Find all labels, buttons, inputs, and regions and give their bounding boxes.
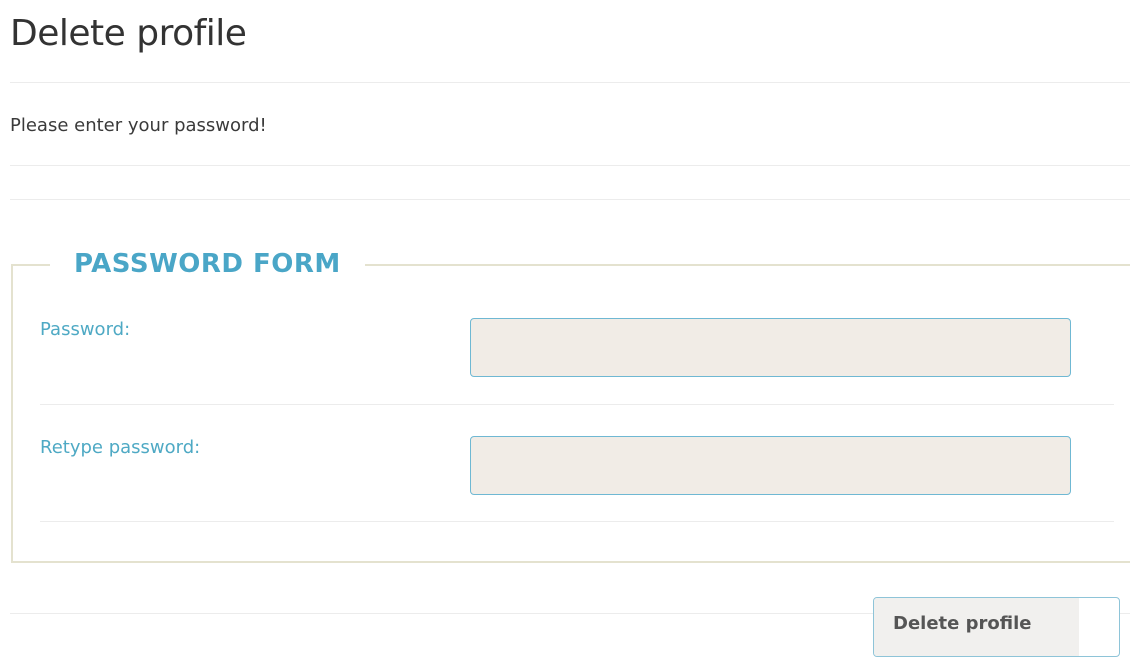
intro-text: Please enter your password! xyxy=(10,115,267,136)
page-title: Delete profile xyxy=(10,13,247,54)
password-label: Password: xyxy=(40,319,131,340)
password-input[interactable] xyxy=(470,318,1071,377)
divider xyxy=(10,82,1130,83)
retype-password-input[interactable] xyxy=(470,436,1071,495)
password-form-fieldset xyxy=(11,264,1130,563)
password-form-legend: PASSWORD FORM xyxy=(50,244,365,284)
delete-profile-button-label: Delete profile xyxy=(893,613,1032,634)
divider xyxy=(10,199,1130,200)
divider xyxy=(10,165,1130,166)
retype-password-label: Retype password: xyxy=(40,437,201,458)
row-divider xyxy=(40,521,1114,522)
row-divider xyxy=(40,404,1114,405)
delete-profile-button[interactable]: Delete profile xyxy=(873,597,1120,657)
